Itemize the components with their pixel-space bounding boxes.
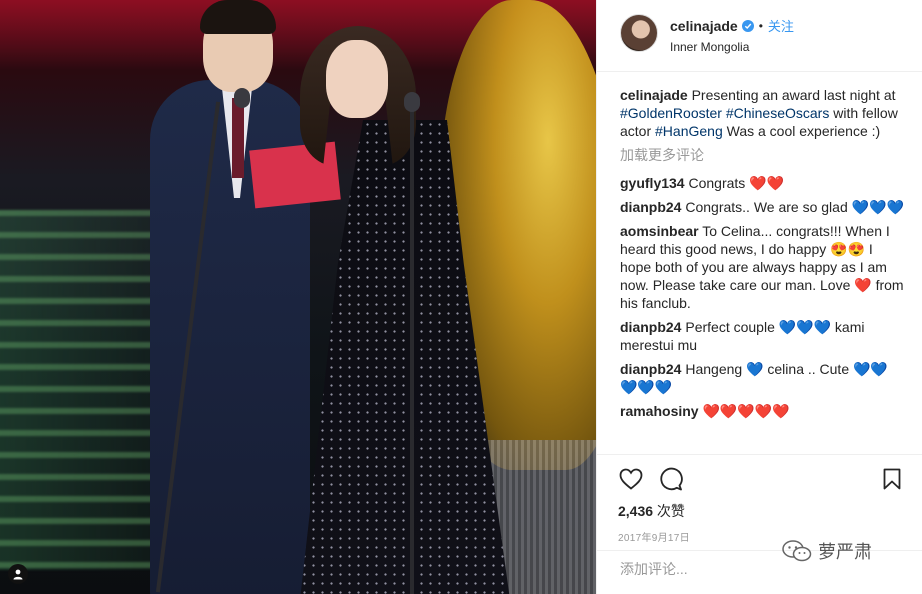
award-envelope (249, 141, 341, 209)
heart-outline-icon[interactable] (618, 466, 644, 492)
caption: celinajade Presenting an award last nigh… (620, 86, 905, 140)
wechat-icon (782, 540, 812, 562)
comments-list[interactable]: celinajade Presenting an award last nigh… (597, 72, 922, 454)
blue-heart-emoji: 💙💙💙 (851, 199, 904, 215)
load-more-comments-button[interactable]: 加载更多评论 (620, 146, 905, 164)
comment-bubble-icon[interactable] (658, 466, 684, 492)
heart-emoji: ❤️❤️ (749, 175, 785, 191)
hashtag-link[interactable]: #ChineseOscars (726, 105, 830, 121)
microphone-right (404, 92, 420, 112)
avatar[interactable] (620, 14, 658, 52)
hashtag-link[interactable]: #HanGeng (655, 123, 723, 139)
list-item: gyufly134 Congrats ❤️❤️ (620, 174, 905, 192)
separator-dot: • (758, 18, 763, 33)
comment-username[interactable]: dianpb24 (620, 199, 681, 215)
man-tie (232, 98, 244, 178)
add-comment-input[interactable] (620, 561, 770, 577)
user-tag-icon[interactable] (8, 564, 28, 584)
verified-badge-icon (741, 19, 754, 32)
woman-head (326, 40, 388, 118)
header-username[interactable]: celinajade (670, 18, 738, 34)
comment-username[interactable]: aomsinbear (620, 223, 699, 239)
microphone-left (234, 88, 250, 108)
comment-username[interactable]: ramahosiny (620, 403, 699, 419)
add-comment-bar (597, 550, 922, 594)
comment-username[interactable]: dianpb24 (620, 319, 681, 335)
comment-text: Perfect couple (681, 319, 779, 335)
comment-text: Congrats (684, 175, 750, 191)
caption-text: Was a cool experience :) (722, 123, 881, 139)
list-item: ramahosiny ❤️❤️❤️❤️❤️ (620, 402, 905, 420)
post-header: celinajade • 关注 Inner Mongolia (597, 0, 922, 72)
caption-username[interactable]: celinajade (620, 87, 688, 103)
comment-username[interactable]: gyufly134 (620, 175, 685, 191)
post-side-panel: celinajade • 关注 Inner Mongolia celinajad… (596, 0, 922, 594)
man-hair (200, 0, 276, 34)
comment-text: Hangeng 💙 celina .. Cute (681, 361, 853, 377)
list-item: dianpb24 Congrats.. We are so glad 💙💙💙 (620, 198, 905, 216)
list-item: aomsinbear To Celina... congrats!!! When… (620, 222, 905, 312)
list-item: dianpb24 Hangeng 💙 celina .. Cute 💙💙💙💙💙 (620, 360, 905, 396)
watermark-text: 萝严肃 (818, 542, 872, 563)
like-count-unit: 次赞 (653, 503, 685, 519)
comment-username[interactable]: dianpb24 (620, 361, 681, 377)
post-photo[interactable] (0, 0, 596, 594)
blue-heart-emoji: 💙💙💙 (778, 319, 832, 335)
bookmark-icon[interactable] (879, 466, 905, 492)
heart-emoji: ❤️❤️❤️❤️❤️ (702, 403, 790, 419)
caption-text: Presenting an award last night at (687, 87, 896, 103)
like-count-value: 2,436 (618, 503, 654, 519)
mic-stand-right (410, 110, 414, 594)
follow-button[interactable]: 关注 (768, 16, 794, 35)
hashtag-link[interactable]: #GoldenRooster (620, 105, 722, 121)
post-actions: 2,436 次赞 2017年9月17日 (597, 454, 922, 544)
like-count[interactable]: 2,436 次赞 (618, 501, 905, 521)
wechat-watermark: 萝严肃 (782, 538, 872, 564)
location-link[interactable]: Inner Mongolia (670, 40, 794, 54)
comment-text: Congrats.. We are so glad (681, 199, 852, 215)
list-item: dianpb24 Perfect couple 💙💙💙 kami merestu… (620, 318, 905, 354)
